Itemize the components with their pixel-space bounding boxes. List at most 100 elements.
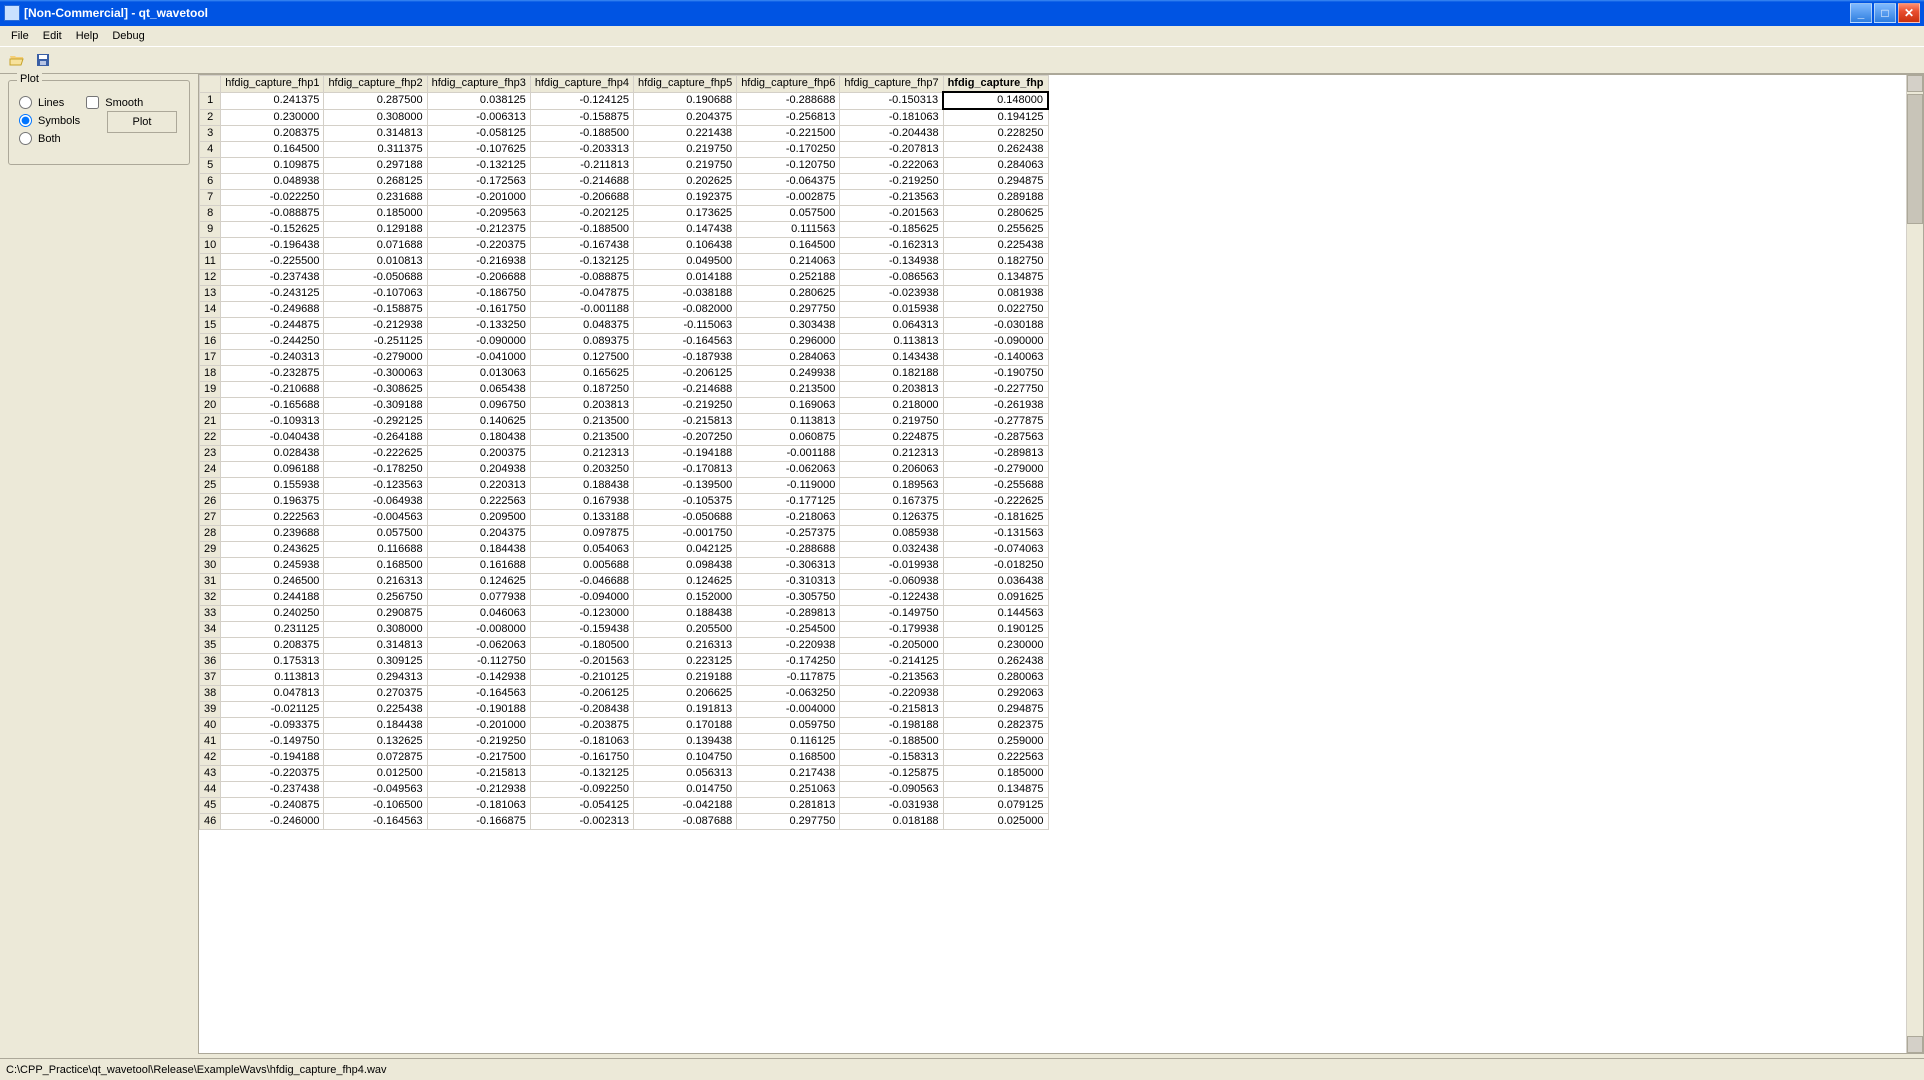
cell[interactable]: 0.134875 bbox=[943, 270, 1048, 286]
cell[interactable]: 0.297750 bbox=[737, 814, 840, 830]
row-header[interactable]: 14 bbox=[200, 302, 221, 318]
cell[interactable]: 0.224875 bbox=[840, 430, 943, 446]
cell[interactable]: -0.150313 bbox=[840, 92, 943, 109]
cell[interactable]: 0.028438 bbox=[221, 446, 324, 462]
cell[interactable]: 0.189563 bbox=[840, 478, 943, 494]
row-header[interactable]: 18 bbox=[200, 366, 221, 382]
cell[interactable]: 0.161688 bbox=[427, 558, 530, 574]
cell[interactable]: 0.219750 bbox=[634, 158, 737, 174]
cell[interactable]: 0.289188 bbox=[943, 190, 1048, 206]
cell[interactable]: -0.167438 bbox=[530, 238, 633, 254]
cell[interactable]: -0.030188 bbox=[943, 318, 1048, 334]
cell[interactable]: -0.149750 bbox=[221, 734, 324, 750]
cell[interactable]: -0.219250 bbox=[634, 398, 737, 414]
radio-symbols[interactable] bbox=[19, 114, 32, 127]
cell[interactable]: 0.204375 bbox=[634, 109, 737, 126]
cell[interactable]: -0.219250 bbox=[840, 174, 943, 190]
cell[interactable]: -0.002313 bbox=[530, 814, 633, 830]
row-header[interactable]: 8 bbox=[200, 206, 221, 222]
cell[interactable]: 0.240250 bbox=[221, 606, 324, 622]
cell[interactable]: 0.280625 bbox=[737, 286, 840, 302]
table-row[interactable]: 300.2459380.1685000.1616880.0056880.0984… bbox=[200, 558, 1049, 574]
cell[interactable]: -0.216938 bbox=[427, 254, 530, 270]
cell[interactable]: 0.262438 bbox=[943, 654, 1048, 670]
cell[interactable]: -0.139500 bbox=[634, 478, 737, 494]
cell[interactable]: 0.294313 bbox=[324, 670, 427, 686]
row-header[interactable]: 5 bbox=[200, 158, 221, 174]
cell[interactable]: 0.284063 bbox=[737, 350, 840, 366]
table-row[interactable]: 11-0.2255000.010813-0.216938-0.1321250.0… bbox=[200, 254, 1049, 270]
table-row[interactable]: 22-0.040438-0.2641880.1804380.213500-0.2… bbox=[200, 430, 1049, 446]
cell[interactable]: 0.290875 bbox=[324, 606, 427, 622]
cell[interactable]: -0.179938 bbox=[840, 622, 943, 638]
cell[interactable]: 0.129188 bbox=[324, 222, 427, 238]
cell[interactable]: 0.219188 bbox=[634, 670, 737, 686]
cell[interactable]: 0.203813 bbox=[840, 382, 943, 398]
cell[interactable]: -0.123563 bbox=[324, 478, 427, 494]
cell[interactable]: 0.046063 bbox=[427, 606, 530, 622]
cell[interactable]: 0.085938 bbox=[840, 526, 943, 542]
cell[interactable]: -0.001188 bbox=[530, 302, 633, 318]
cell[interactable]: 0.200375 bbox=[427, 446, 530, 462]
cell[interactable]: 0.230000 bbox=[221, 109, 324, 126]
cell[interactable]: 0.079125 bbox=[943, 798, 1048, 814]
cell[interactable]: -0.133250 bbox=[427, 318, 530, 334]
cell[interactable]: -0.210688 bbox=[221, 382, 324, 398]
table-row[interactable]: 44-0.237438-0.049563-0.212938-0.0922500.… bbox=[200, 782, 1049, 798]
cell[interactable]: 0.015938 bbox=[840, 302, 943, 318]
table-row[interactable]: 360.1753130.309125-0.112750-0.2015630.22… bbox=[200, 654, 1049, 670]
row-header[interactable]: 34 bbox=[200, 622, 221, 638]
close-button[interactable]: ✕ bbox=[1898, 3, 1920, 23]
col-header[interactable]: hfdig_capture_fhp5 bbox=[634, 76, 737, 93]
cell[interactable]: -0.008000 bbox=[427, 622, 530, 638]
cell[interactable]: -0.186750 bbox=[427, 286, 530, 302]
cell[interactable]: -0.162313 bbox=[840, 238, 943, 254]
cell[interactable]: -0.240313 bbox=[221, 350, 324, 366]
table-row[interactable]: 7-0.0222500.231688-0.201000-0.2066880.19… bbox=[200, 190, 1049, 206]
cell[interactable]: -0.134938 bbox=[840, 254, 943, 270]
cell[interactable]: 0.057500 bbox=[324, 526, 427, 542]
cell[interactable]: -0.090000 bbox=[943, 334, 1048, 350]
maximize-button[interactable]: □ bbox=[1874, 3, 1896, 23]
table-row[interactable]: 18-0.232875-0.3000630.0130630.165625-0.2… bbox=[200, 366, 1049, 382]
menu-file[interactable]: File bbox=[4, 28, 36, 44]
cell[interactable]: -0.222063 bbox=[840, 158, 943, 174]
cell[interactable]: -0.140063 bbox=[943, 350, 1048, 366]
cell[interactable]: 0.167375 bbox=[840, 494, 943, 510]
cell[interactable]: 0.113813 bbox=[221, 670, 324, 686]
cell[interactable]: 0.124625 bbox=[427, 574, 530, 590]
cell[interactable]: 0.144563 bbox=[943, 606, 1048, 622]
cell[interactable]: 0.212313 bbox=[530, 446, 633, 462]
radio-both[interactable] bbox=[19, 132, 32, 145]
cell[interactable]: 0.294875 bbox=[943, 174, 1048, 190]
row-header[interactable]: 6 bbox=[200, 174, 221, 190]
cell[interactable]: 0.221438 bbox=[634, 126, 737, 142]
cell[interactable]: 0.096750 bbox=[427, 398, 530, 414]
cell[interactable]: 0.147438 bbox=[634, 222, 737, 238]
cell[interactable]: 0.219750 bbox=[634, 142, 737, 158]
table-row[interactable]: 17-0.240313-0.279000-0.0410000.127500-0.… bbox=[200, 350, 1049, 366]
cell[interactable]: 0.222563 bbox=[221, 510, 324, 526]
table-row[interactable]: 46-0.246000-0.164563-0.166875-0.002313-0… bbox=[200, 814, 1049, 830]
cell[interactable]: -0.288688 bbox=[737, 92, 840, 109]
table-row[interactable]: 380.0478130.270375-0.164563-0.2061250.20… bbox=[200, 686, 1049, 702]
row-header[interactable]: 7 bbox=[200, 190, 221, 206]
cell[interactable]: 0.188438 bbox=[530, 478, 633, 494]
cell[interactable]: 0.116688 bbox=[324, 542, 427, 558]
cell[interactable]: 0.311375 bbox=[324, 142, 427, 158]
cell[interactable]: -0.164563 bbox=[324, 814, 427, 830]
row-header[interactable]: 21 bbox=[200, 414, 221, 430]
cell[interactable]: 0.231125 bbox=[221, 622, 324, 638]
cell[interactable]: -0.161750 bbox=[530, 750, 633, 766]
table-row[interactable]: 290.2436250.1166880.1844380.0540630.0421… bbox=[200, 542, 1049, 558]
cell[interactable]: -0.064375 bbox=[737, 174, 840, 190]
cell[interactable]: -0.214125 bbox=[840, 654, 943, 670]
cell[interactable]: 0.049500 bbox=[634, 254, 737, 270]
cell[interactable]: 0.132625 bbox=[324, 734, 427, 750]
row-header[interactable]: 9 bbox=[200, 222, 221, 238]
save-button[interactable] bbox=[32, 49, 54, 71]
row-header[interactable]: 42 bbox=[200, 750, 221, 766]
cell[interactable]: 0.106438 bbox=[634, 238, 737, 254]
cell[interactable]: 0.188438 bbox=[634, 606, 737, 622]
cell[interactable]: -0.019938 bbox=[840, 558, 943, 574]
